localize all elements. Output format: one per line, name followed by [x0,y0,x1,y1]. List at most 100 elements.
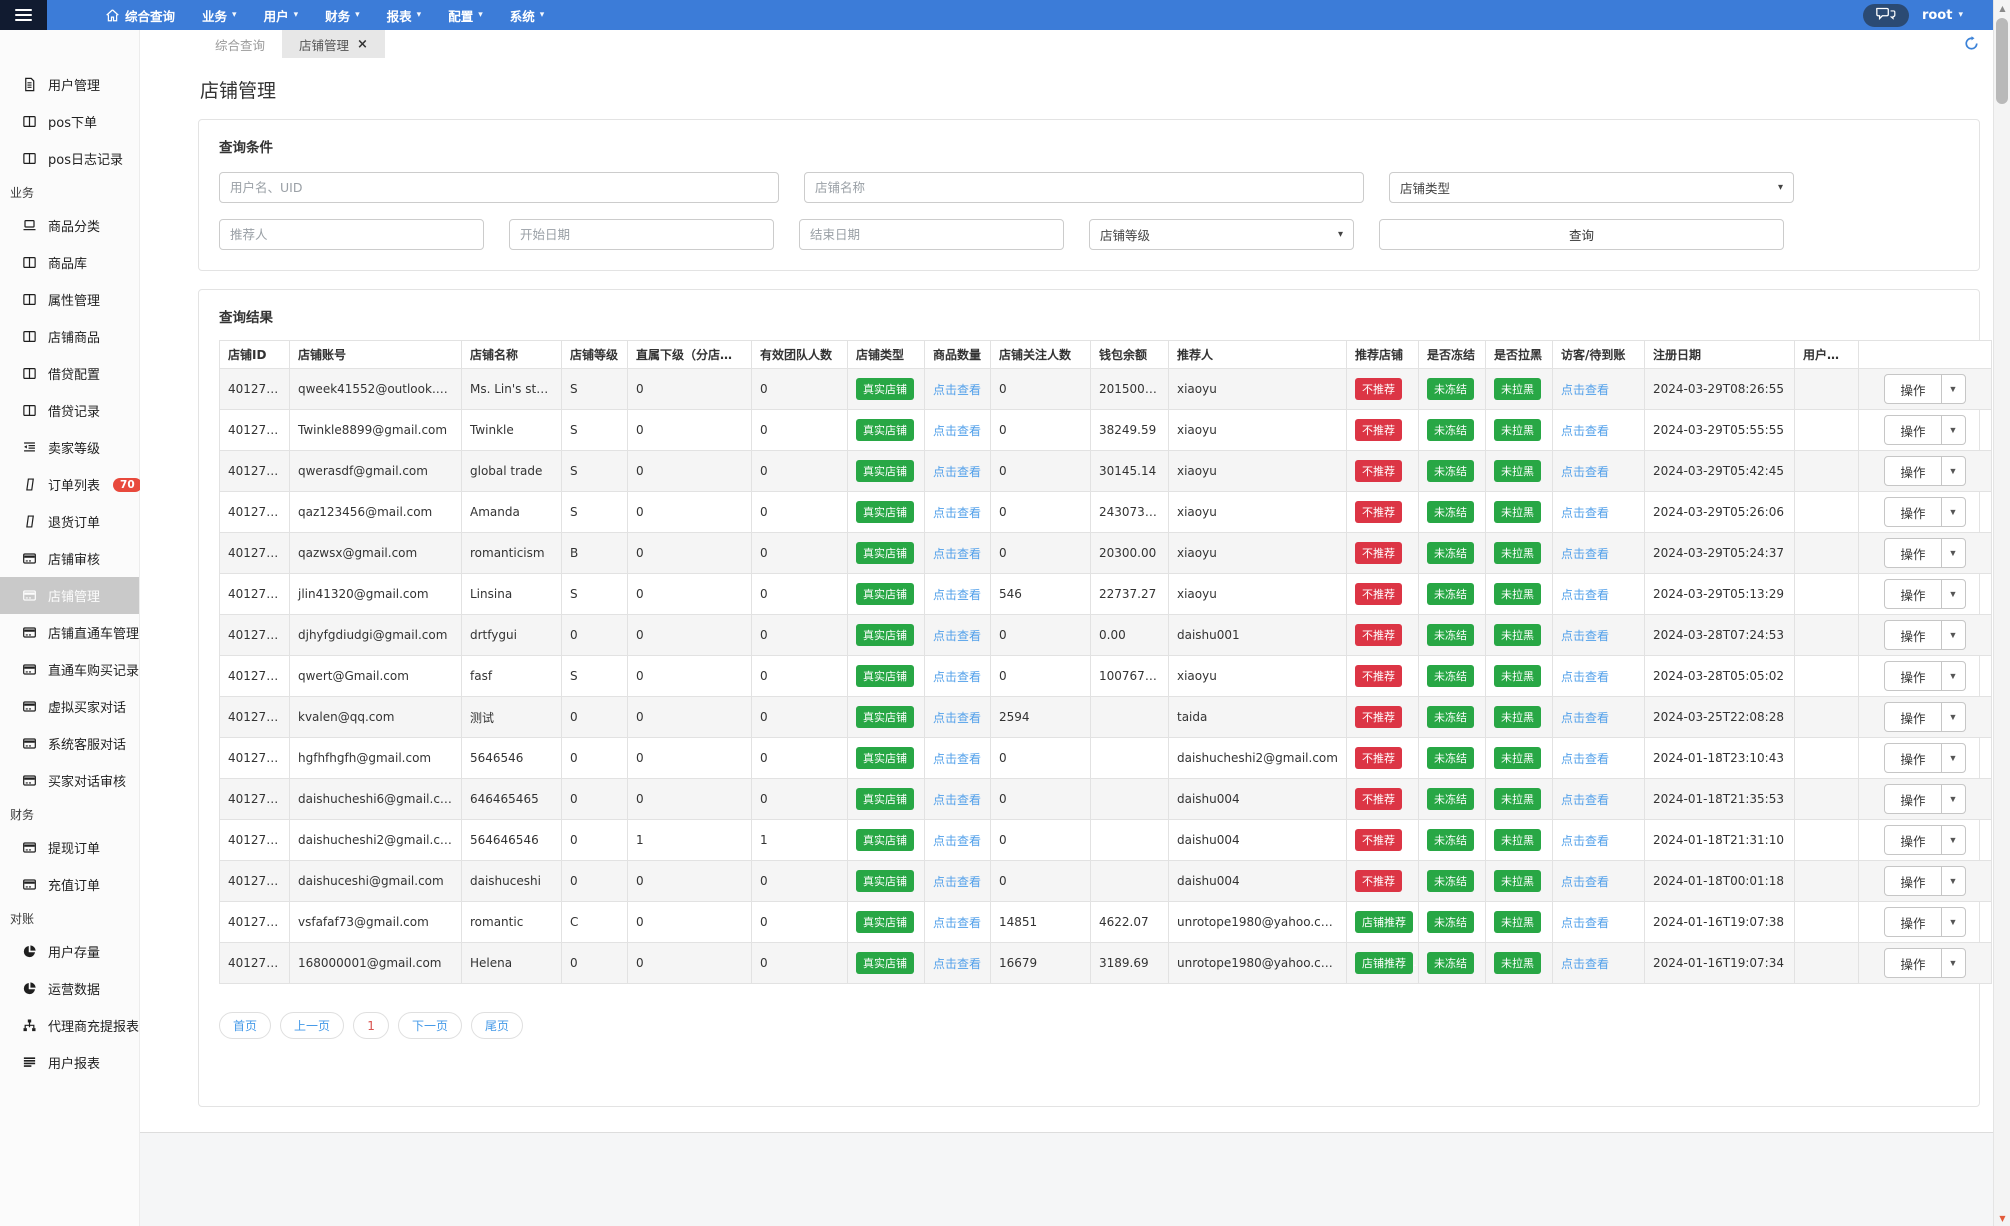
user-menu[interactable]: root ▾ [1922,8,1963,23]
sidebar-item-22[interactable]: 充值订单 [0,866,139,903]
referrer-input[interactable] [219,219,484,250]
op-dropdown-button[interactable]: ▼ [1940,497,1966,527]
user-uid-input[interactable] [219,172,779,203]
op-button[interactable]: 操作 [1884,702,1942,732]
view-link[interactable]: 点击查看 [933,752,981,766]
chat-button[interactable] [1862,3,1909,27]
view-link[interactable]: 点击查看 [933,670,981,684]
sidebar-item-6[interactable]: 属性管理 [0,281,139,318]
sidebar-item-8[interactable]: 借贷配置 [0,355,139,392]
sidebar-item-24[interactable]: 用户存量 [0,933,139,970]
sidebar-item-7[interactable]: 店铺商品 [0,318,139,355]
sidebar-item-26[interactable]: 代理商充提报表 [0,1007,139,1044]
nav-item-5[interactable]: 配置 ▾ [448,6,483,25]
sidebar-item-13[interactable]: 店铺审核 [0,540,139,577]
op-button[interactable]: 操作 [1884,620,1942,650]
op-button[interactable]: 操作 [1884,866,1942,896]
refresh-icon[interactable] [1964,36,1979,55]
sidebar-item-1[interactable]: pos下单 [0,103,139,140]
view-link[interactable]: 点击查看 [933,711,981,725]
view-link[interactable]: 点击查看 [933,383,981,397]
op-dropdown-button[interactable]: ▼ [1940,743,1966,773]
view-link[interactable]: 点击查看 [1561,957,1609,971]
op-button[interactable]: 操作 [1884,497,1942,527]
page-last[interactable]: 尾页 [471,1012,524,1039]
page-first[interactable]: 首页 [219,1012,272,1039]
op-dropdown-button[interactable]: ▼ [1940,866,1966,896]
scrollbar-thumb[interactable] [1996,18,2008,104]
sidebar-item-25[interactable]: 运营数据 [0,970,139,1007]
view-link[interactable]: 点击查看 [1561,588,1609,602]
sidebar-item-18[interactable]: 系统客服对话 [0,725,139,762]
view-link[interactable]: 点击查看 [933,793,981,807]
store-name-input[interactable] [804,172,1364,203]
view-link[interactable]: 点击查看 [933,834,981,848]
view-link[interactable]: 点击查看 [933,465,981,479]
view-link[interactable]: 点击查看 [1561,875,1609,889]
view-link[interactable]: 点击查看 [1561,465,1609,479]
sidebar-item-19[interactable]: 买家对话审核 [0,762,139,799]
op-button[interactable]: 操作 [1884,456,1942,486]
nav-item-4[interactable]: 报表 ▾ [387,6,422,25]
sidebar-item-5[interactable]: 商品库 [0,244,139,281]
store-level-select[interactable]: 店铺等级 ▾ [1089,219,1354,250]
op-dropdown-button[interactable]: ▼ [1940,825,1966,855]
op-dropdown-button[interactable]: ▼ [1940,948,1966,978]
op-dropdown-button[interactable]: ▼ [1940,620,1966,650]
nav-item-1[interactable]: 业务 ▾ [202,6,237,25]
op-button[interactable]: 操作 [1884,948,1942,978]
op-dropdown-button[interactable]: ▼ [1940,661,1966,691]
view-link[interactable]: 点击查看 [1561,752,1609,766]
op-dropdown-button[interactable]: ▼ [1940,579,1966,609]
view-link[interactable]: 点击查看 [1561,383,1609,397]
op-dropdown-button[interactable]: ▼ [1940,415,1966,445]
view-link[interactable]: 点击查看 [933,875,981,889]
view-link[interactable]: 点击查看 [933,629,981,643]
op-button[interactable]: 操作 [1884,579,1942,609]
sidebar-item-21[interactable]: 提现订单 [0,829,139,866]
op-button[interactable]: 操作 [1884,374,1942,404]
op-dropdown-button[interactable]: ▼ [1940,374,1966,404]
op-dropdown-button[interactable]: ▼ [1940,907,1966,937]
op-button[interactable]: 操作 [1884,907,1942,937]
sidebar-item-4[interactable]: 商品分类 [0,207,139,244]
view-link[interactable]: 点击查看 [1561,670,1609,684]
sidebar-item-11[interactable]: 订单列表 70 [0,466,142,503]
store-type-select[interactable]: 店铺类型 ▾ [1389,172,1794,203]
op-button[interactable]: 操作 [1884,784,1942,814]
hamburger-menu-icon[interactable] [0,0,47,30]
view-link[interactable]: 点击查看 [1561,629,1609,643]
sidebar-item-9[interactable]: 借贷记录 [0,392,139,429]
sidebar-item-10[interactable]: 卖家等级 [0,429,139,466]
nav-item-0[interactable]: 综合查询 [105,6,175,25]
op-dropdown-button[interactable]: ▼ [1940,538,1966,568]
page-next[interactable]: 下一页 [398,1012,463,1039]
sidebar-item-27[interactable]: 用户报表 [0,1044,139,1081]
close-icon[interactable]: × [357,38,368,51]
view-link[interactable]: 点击查看 [933,424,981,438]
vertical-scrollbar[interactable]: ▲ ▼ [1993,0,2010,1226]
start-date-input[interactable] [509,219,774,250]
view-link[interactable]: 点击查看 [1561,793,1609,807]
op-dropdown-button[interactable]: ▼ [1940,456,1966,486]
sidebar-item-0[interactable]: 用户管理 [0,66,139,103]
op-button[interactable]: 操作 [1884,825,1942,855]
scroll-up-icon[interactable]: ▲ [1994,0,2010,16]
nav-item-2[interactable]: 用户 ▾ [264,6,299,25]
scroll-down-icon[interactable]: ▼ [1994,1210,2010,1226]
op-dropdown-button[interactable]: ▼ [1940,702,1966,732]
op-button[interactable]: 操作 [1884,538,1942,568]
sidebar-item-15[interactable]: 店铺直通车管理 [0,614,139,651]
view-link[interactable]: 点击查看 [1561,711,1609,725]
end-date-input[interactable] [799,219,1064,250]
view-link[interactable]: 点击查看 [1561,424,1609,438]
view-link[interactable]: 点击查看 [1561,506,1609,520]
op-button[interactable]: 操作 [1884,415,1942,445]
view-link[interactable]: 点击查看 [1561,834,1609,848]
view-link[interactable]: 点击查看 [933,506,981,520]
sidebar-item-14[interactable]: 店铺管理 [0,577,139,614]
page-1[interactable]: 1 [353,1012,390,1039]
view-link[interactable]: 点击查看 [933,547,981,561]
sidebar-item-2[interactable]: pos日志记录 [0,140,139,177]
sidebar-item-16[interactable]: 直通车购买记录 [0,651,139,688]
